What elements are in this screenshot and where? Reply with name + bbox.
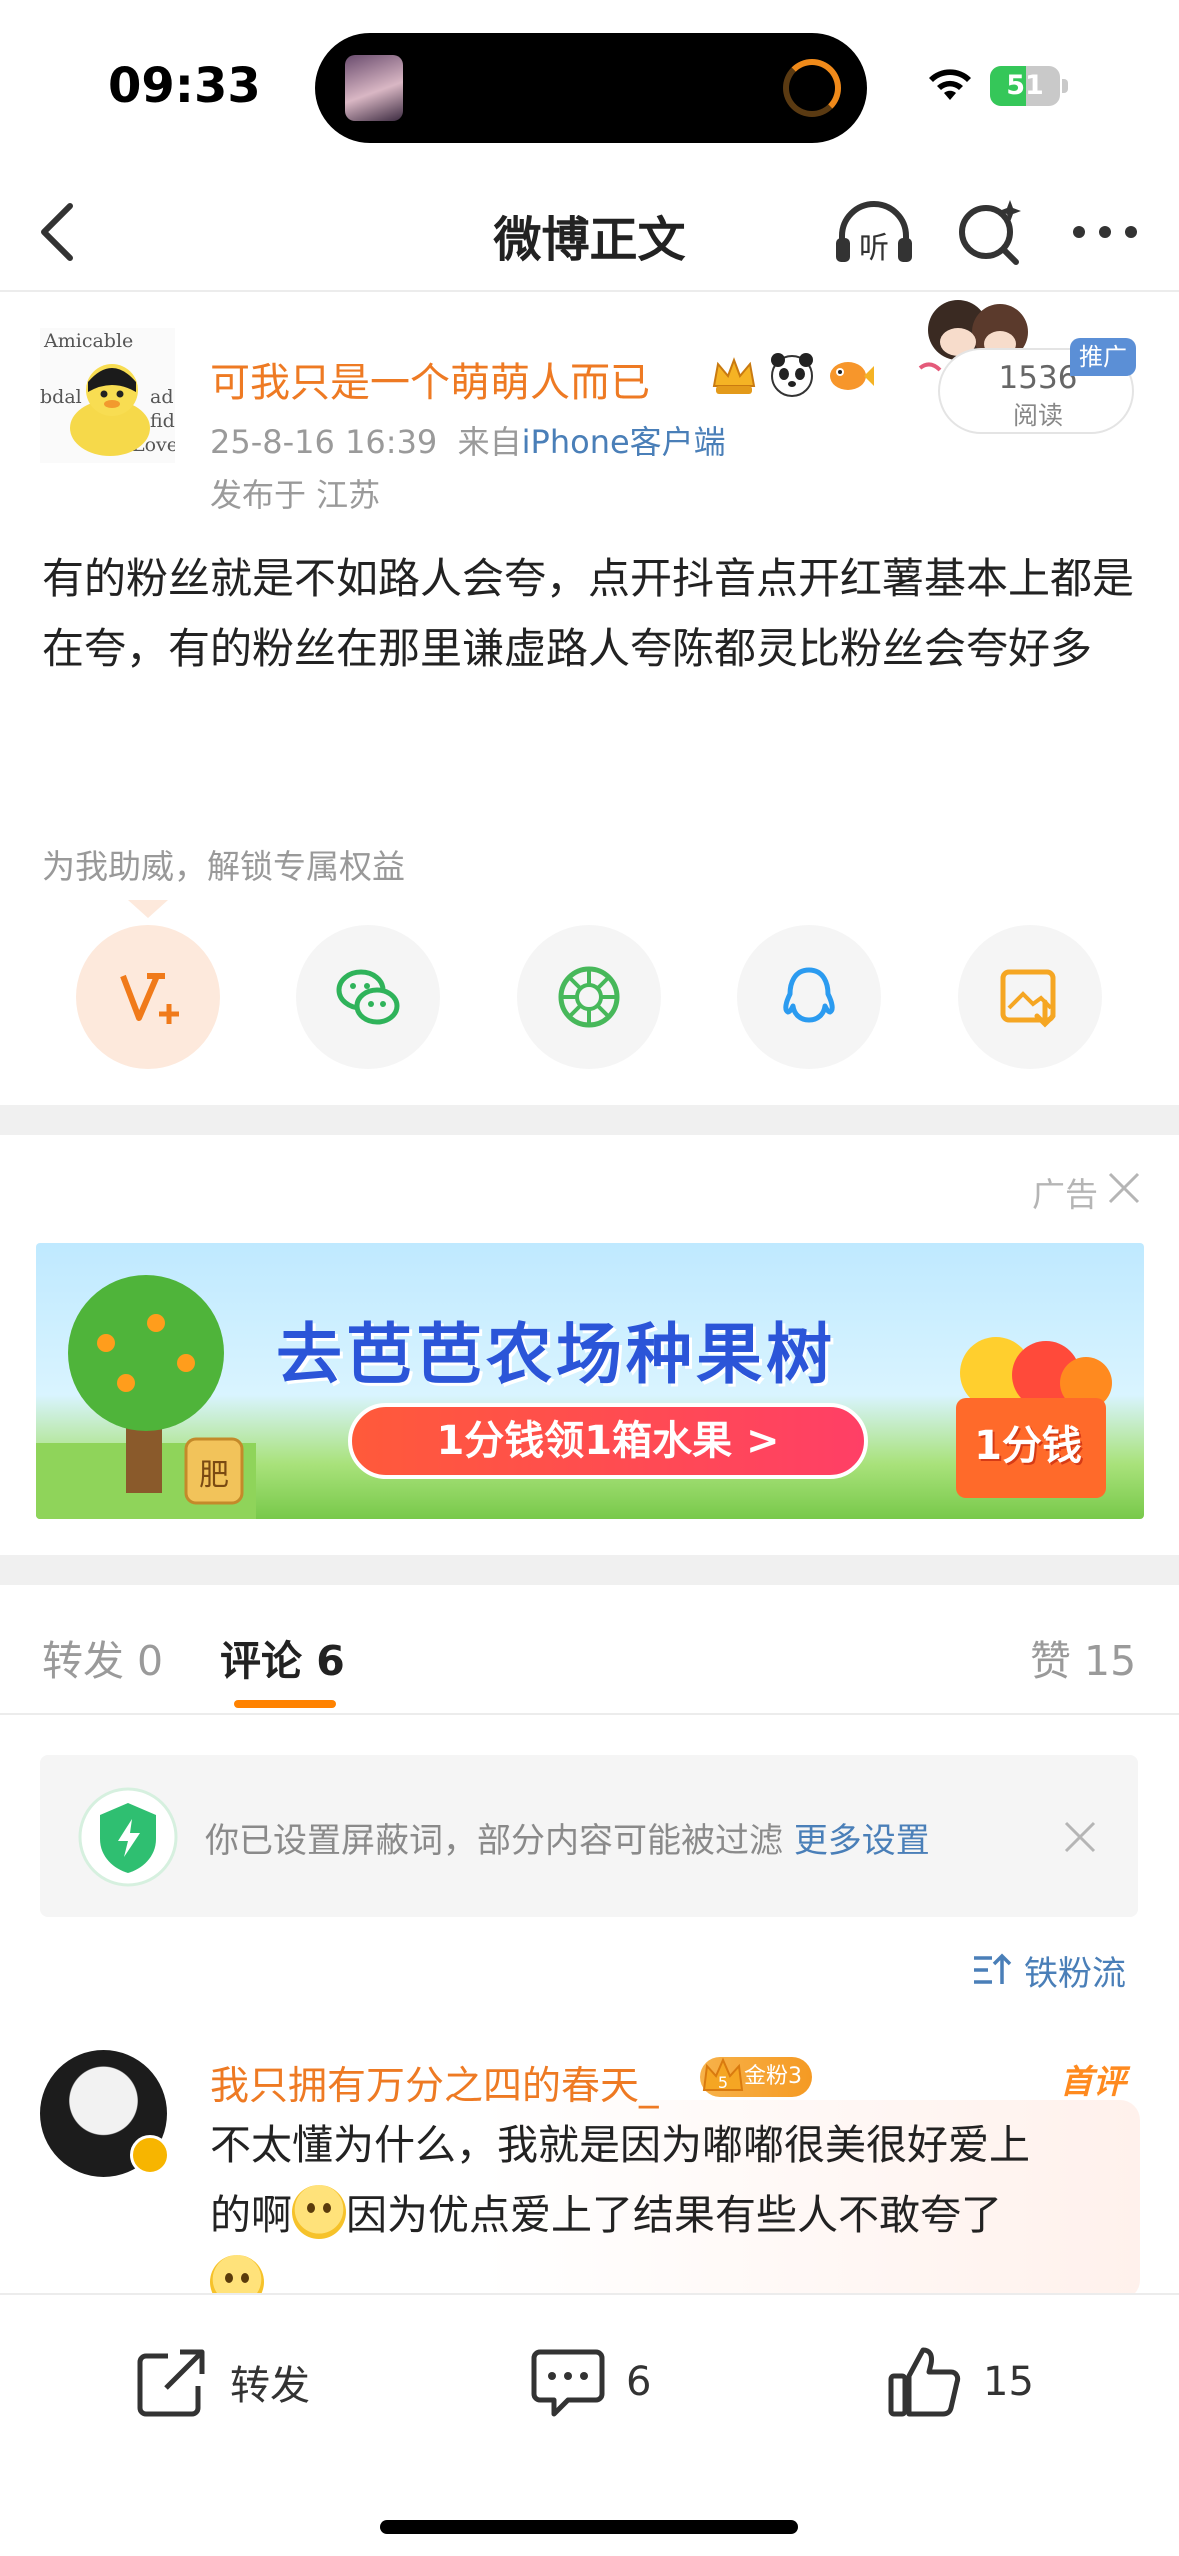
post-time: 25-8-16 16:39 xyxy=(210,423,438,461)
now-playing-thumbnail xyxy=(345,55,403,121)
battery-indicator: 51 xyxy=(990,66,1068,106)
post-source[interactable]: iPhone客户端 xyxy=(522,423,726,461)
filter-notice-message: 你已设置屏蔽词，部分内容可能被过滤 xyxy=(205,1821,783,1861)
comment-count: 6 xyxy=(626,2359,652,2405)
author-badges xyxy=(708,348,876,400)
commenter-name[interactable]: 我只拥有万分之四的春天_ xyxy=(210,2055,659,2111)
share-qq-button[interactable] xyxy=(737,925,881,1069)
like-button[interactable]: 15 xyxy=(885,2337,1034,2427)
save-image-icon xyxy=(1000,969,1056,1028)
fertilizer-tag: 肥 xyxy=(199,1458,229,1493)
save-image-button[interactable] xyxy=(958,925,1102,1069)
share-moments-button[interactable] xyxy=(517,925,661,1069)
fruit-tree-icon: 肥 xyxy=(36,1275,256,1519)
comment-line-1: 不太懂为什么，我就是因为嘟嘟很美很好爱上 xyxy=(210,2121,1030,2169)
support-hint[interactable]: 为我助威，解锁专属权益 xyxy=(42,840,405,888)
share-wechat-button[interactable] xyxy=(296,925,440,1069)
sort-toggle[interactable]: 铁粉流 xyxy=(970,1945,1126,1995)
feedback-tabs: 转发 0 评论 6 赞 15 xyxy=(0,1585,1179,1715)
first-comment-tag: 首评 xyxy=(1060,2062,1126,2101)
active-tab-indicator xyxy=(234,1700,336,1708)
ad-label: 广告 xyxy=(1032,1175,1098,1214)
share-row xyxy=(0,925,1179,1075)
ad-cta-button[interactable]: 1分钱领1箱水果 > xyxy=(348,1403,868,1479)
fan-crown-icon: 5 xyxy=(702,2057,744,2092)
wechat-icon xyxy=(336,969,400,1025)
boost-vplus-button[interactable] xyxy=(76,925,220,1069)
listen-label: 听 xyxy=(859,231,889,266)
listen-headphones-icon[interactable]: 听 xyxy=(830,192,918,272)
post-source-prefix: 来自 xyxy=(457,423,522,461)
post-meta: 25-8-16 16:39 来自iPhone客户端 xyxy=(210,417,726,463)
pointer-caret-icon xyxy=(128,900,168,918)
wifi-icon xyxy=(929,69,971,100)
qq-icon xyxy=(783,967,835,1023)
comment-body: 不太懂为什么，我就是因为嘟嘟很美很好爱上 的啊 因为优点爱上了结果有些人不敢夸了 xyxy=(210,2110,1130,2320)
fish-badge-icon xyxy=(830,362,874,390)
v-plus-icon xyxy=(120,973,179,1024)
like-count: 15 xyxy=(983,2359,1034,2405)
read-label: 阅读 xyxy=(1012,401,1063,430)
sort-icon xyxy=(974,1953,1012,1984)
tab-like[interactable]: 赞 15 xyxy=(1030,1627,1136,1687)
home-indicator xyxy=(380,2520,798,2534)
comment-button[interactable]: 6 xyxy=(528,2337,651,2427)
author-username[interactable]: 可我只是一个萌萌人而已 xyxy=(210,350,650,408)
close-icon[interactable] xyxy=(1062,1819,1098,1855)
fan-level-number: 5 xyxy=(718,2073,728,2092)
more-settings-link[interactable]: 更多设置 xyxy=(794,1821,930,1861)
status-time: 09:33 xyxy=(108,58,261,114)
fruit-box-icon xyxy=(956,1337,1112,1498)
comment-icon xyxy=(531,2349,605,2417)
promo-tag[interactable]: 推广 xyxy=(1070,338,1136,376)
thumbs-up-icon xyxy=(888,2347,961,2417)
post-body-text: 有的粉丝就是不如路人会夸，点开抖音点开红薯基本上都是在夸，有的粉丝在那里谦虚路人… xyxy=(42,554,1135,673)
filter-notice: 你已设置屏蔽词，部分内容可能被过滤 更多设置 xyxy=(40,1755,1138,1917)
tab-repost[interactable]: 转发 0 xyxy=(42,1627,163,1687)
moments-icon xyxy=(558,966,620,1028)
post-location: 发布于 江苏 xyxy=(210,476,381,514)
crown-badge-icon xyxy=(712,357,756,394)
crying-emoji-icon xyxy=(292,2185,346,2239)
ad-box-text: 1分钱 xyxy=(974,1423,1082,1469)
section-divider xyxy=(0,1555,1179,1585)
nav-bar: 微博正文 听 xyxy=(0,170,1179,292)
activity-ring-icon xyxy=(783,59,841,117)
search-icon[interactable] xyxy=(950,192,1030,272)
panda-badge-icon xyxy=(771,353,813,397)
sort-label: 铁粉流 xyxy=(1024,1953,1126,1994)
ad-banner[interactable]: 肥 去芭芭农场种果树 1分钱领1箱水果 > 1分钱 xyxy=(36,1243,1144,1519)
shield-icon xyxy=(78,1787,178,1887)
comment-line-2b: 因为优点爱上了结果有些人不敢夸了 xyxy=(346,2191,1002,2239)
battery-percent: 51 xyxy=(1006,70,1044,101)
status-bar: 09:33 51 xyxy=(0,0,1179,170)
more-icon[interactable] xyxy=(1065,192,1145,272)
duckling-avatar-icon xyxy=(70,364,150,456)
dynamic-island[interactable] xyxy=(315,33,867,143)
comment-line-2a: 的啊 xyxy=(210,2191,292,2239)
section-divider xyxy=(0,1105,1179,1135)
verified-badge-icon xyxy=(130,2135,170,2175)
repost-label: 转发 xyxy=(230,2363,310,2409)
author-avatar[interactable]: Amicable bdal ad fid Love xyxy=(40,328,175,463)
tab-comment[interactable]: 评论 6 xyxy=(220,1627,345,1687)
ad-close-icon[interactable] xyxy=(1106,1170,1142,1206)
ad-title: 去芭芭农场种果树 xyxy=(276,1316,836,1393)
repost-button[interactable]: 转发 xyxy=(132,2337,310,2427)
bottom-action-bar: 转发 6 15 xyxy=(0,2293,1179,2556)
filter-notice-text: 你已设置屏蔽词，部分内容可能被过滤 更多设置 xyxy=(205,1813,930,1862)
repost-icon xyxy=(137,2349,205,2417)
